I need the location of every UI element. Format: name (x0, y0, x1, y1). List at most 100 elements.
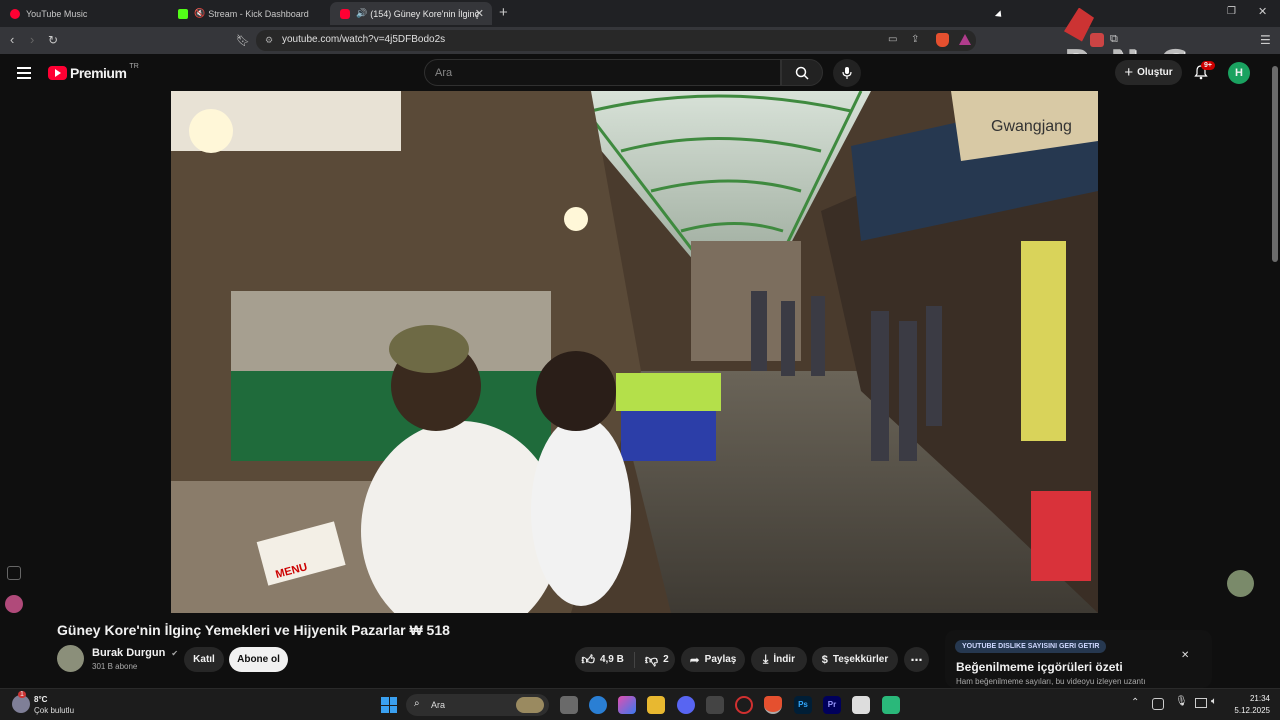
weather-badge: 1 (18, 691, 26, 698)
channel-name[interactable]: Burak Durgun (92, 647, 165, 659)
url-text[interactable]: youtube.com/watch?v=4j5DFBodo2s (282, 34, 445, 45)
clock-time[interactable]: 21:34 (1230, 694, 1270, 703)
channel-name-row[interactable]: Burak Durgun ✔ (92, 647, 178, 659)
panel-subtitle: Ham beğenilmeme sayıları, bu videoyu izl… (956, 677, 1146, 686)
extension-badge: YOUTUBE DISLIKE SAYISINI GERI GETIR (955, 640, 1107, 653)
site-info-icon[interactable]: ⚙︎ (265, 35, 273, 46)
close-panel-icon[interactable]: ✕ (1181, 650, 1189, 661)
download-label: İndir (773, 654, 795, 665)
video-title: Güney Kore'nin İlginç Yemekleri ve Hijye… (57, 622, 450, 638)
subscribe-button[interactable]: Abone ol (229, 647, 288, 672)
clock-date[interactable]: 5.12.2025 (1225, 706, 1270, 715)
share-arrow-icon: ➦ (689, 652, 700, 667)
file-explorer-icon[interactable] (647, 696, 665, 714)
region-code: TR (129, 62, 139, 70)
dislike-insights-panel: YOUTUBE DISLIKE SAYISINI GERI GETIR ✕ Be… (945, 630, 1212, 688)
download-icon: ⤓ (763, 652, 769, 666)
tab-kick-dashboard[interactable]: 🔇 Stream - Kick Dashboard (168, 2, 330, 25)
youtube-logo-icon (48, 66, 67, 80)
app-icon[interactable] (589, 696, 607, 714)
reload-icon[interactable]: ↻ (48, 33, 58, 47)
search-button[interactable] (781, 59, 823, 86)
apps-grid-icon[interactable] (7, 566, 21, 580)
panel-title: Beğenilmeme içgörüleri özeti (956, 660, 1123, 674)
network-icon[interactable] (1195, 698, 1207, 708)
share-button[interactable]: ➦ Paylaş (681, 647, 745, 672)
voice-search-button[interactable] (833, 59, 861, 87)
start-button[interactable] (381, 697, 397, 713)
windows-taskbar: 1 8°C Çok bulutlu ⌕ Ara Ps Pr ⌃ 🎙︎ 🔈︎ 21… (0, 688, 1280, 720)
microphone-icon[interactable]: 🎙︎ (1175, 696, 1188, 707)
tab-youtube-music[interactable]: YouTube Music (0, 2, 168, 25)
copilot-icon[interactable] (618, 696, 636, 714)
join-button[interactable]: Katıl (184, 647, 224, 672)
bynogame-logo-icon (1064, 7, 1094, 42)
weather-desc: Çok bulutlu (34, 706, 75, 715)
cast-icon[interactable]: ▭ (888, 34, 897, 45)
taskbar-search[interactable]: ⌕ Ara (406, 694, 549, 716)
speaker-icon: 🔇 (194, 8, 206, 18)
thanks-button[interactable]: $ Teşekkürler (812, 647, 898, 672)
page-scrollbar[interactable] (1270, 54, 1280, 688)
search-placeholder: Ara (435, 67, 453, 79)
video-frame: Gwangjang MENU (171, 91, 1098, 613)
dislike-count: 2 (663, 654, 669, 665)
brand-label: Premium (70, 65, 127, 81)
mini-player-avatar[interactable] (1227, 570, 1254, 597)
address-bar[interactable]: ⚙︎ youtube.com/watch?v=4j5DFBodo2s ▭ ⇪ (256, 30, 976, 51)
youtube-premium-logo[interactable]: Premium TR (48, 62, 139, 81)
tab-youtube-video[interactable]: 🔊 (154) Güney Kore'nin İlginç Y ✕ (330, 2, 492, 25)
share-page-icon[interactable]: ⇪ (911, 34, 919, 45)
app-icon[interactable] (882, 696, 900, 714)
tray-overflow-icon[interactable]: ⌃ (1131, 697, 1139, 708)
scrollbar-thumb[interactable] (1272, 66, 1278, 262)
premiere-icon[interactable]: Pr (823, 696, 841, 714)
youtube-music-icon (10, 8, 20, 19)
create-label: Oluştur (1137, 67, 1173, 78)
new-tab-button[interactable]: + (499, 4, 508, 21)
download-button[interactable]: ⤓ İndir (751, 647, 807, 672)
close-tab-icon[interactable]: ✕ (475, 7, 484, 20)
more-actions-icon[interactable]: ⋯ (904, 647, 929, 672)
avatar[interactable]: H (1228, 62, 1250, 84)
microphone-icon (842, 67, 852, 79)
task-view-icon[interactable] (560, 696, 578, 714)
brave-rewards-icon[interactable] (959, 34, 971, 45)
weather-temp: 8°C (34, 695, 48, 704)
back-icon[interactable]: ‹ (10, 32, 14, 47)
thumbs-up-icon: 👍︎ (581, 651, 595, 667)
photoshop-icon[interactable]: Ps (794, 696, 812, 714)
tab-label: (154) Güney Kore'nin İlginç Y (370, 8, 481, 19)
app-icon[interactable] (852, 696, 870, 714)
channel-avatar[interactable] (57, 645, 84, 672)
speaker-icon: 🔊 (356, 8, 368, 18)
video-player[interactable]: Gwangjang MENU (171, 91, 1098, 613)
search-icon (795, 66, 809, 80)
kick-icon (178, 8, 188, 19)
volume-icon[interactable]: 🔈︎ (1211, 696, 1217, 707)
opera-icon[interactable] (735, 696, 753, 714)
dislike-button[interactable]: 👎︎ 2 (640, 652, 669, 668)
create-button[interactable]: + Oluştur (1115, 60, 1182, 85)
brave-browser-icon[interactable] (764, 696, 782, 714)
like-dislike-group: 👍︎ 4,9 B 👎︎ 2 (575, 647, 675, 672)
brave-shields-icon[interactable] (936, 33, 949, 47)
plus-icon: + (1124, 64, 1134, 81)
assistant-icon[interactable] (5, 595, 23, 613)
bookmark-icon[interactable]: 🔖︎ (236, 34, 250, 47)
share-label: Paylaş (704, 654, 737, 665)
verified-icon: ✔ (171, 649, 179, 658)
search-input[interactable]: Ara (424, 59, 781, 86)
tray-app-icon[interactable] (1152, 698, 1164, 710)
subscriber-count: 301 B abone (92, 662, 138, 671)
discord-icon[interactable] (677, 696, 695, 714)
thumbs-down-icon: 👎︎ (644, 651, 659, 667)
like-count: 4,9 B (599, 654, 624, 665)
notifications-button[interactable]: 9+ (1194, 61, 1215, 85)
search-icon: ⌕ (414, 698, 420, 709)
app-icon[interactable] (706, 696, 724, 714)
youtube-icon (340, 8, 350, 19)
forward-icon[interactable]: › (30, 32, 34, 47)
like-button[interactable]: 👍︎ 4,9 B (581, 651, 635, 668)
hamburger-menu-icon[interactable] (17, 67, 31, 79)
